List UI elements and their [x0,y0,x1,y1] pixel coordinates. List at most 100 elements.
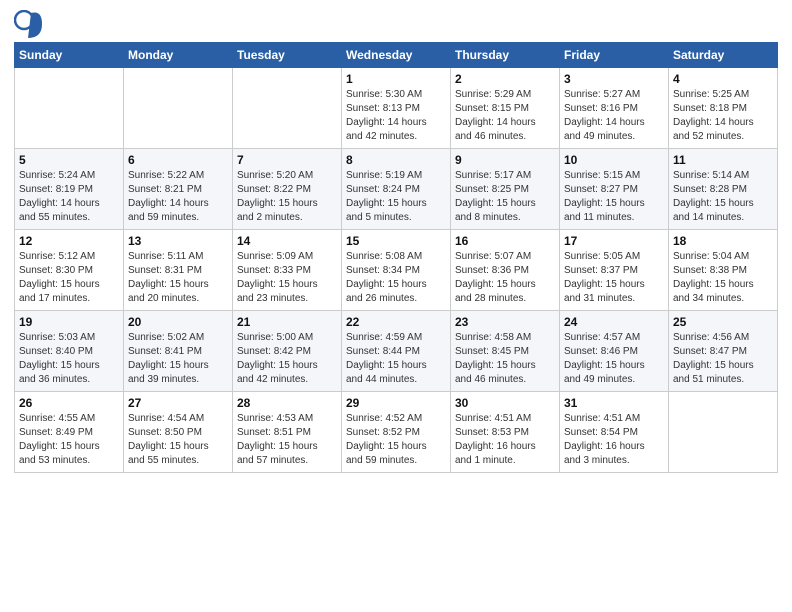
day-cell: 22Sunrise: 4:59 AMSunset: 8:44 PMDayligh… [342,311,451,392]
day-number: 9 [455,153,555,167]
header-day-wednesday: Wednesday [342,43,451,68]
header-day-sunday: Sunday [15,43,124,68]
header-day-monday: Monday [124,43,233,68]
day-info: Sunrise: 5:12 AMSunset: 8:30 PMDaylight:… [19,250,119,306]
week-row-2: 5Sunrise: 5:24 AMSunset: 8:19 PMDaylight… [15,149,778,230]
day-cell: 6 Sunrise: 5:22 AMSunset: 8:21 PMDaylight… [124,149,233,230]
day-number: 27 [128,396,228,410]
day-number: 18 [673,234,773,248]
day-number: 30 [455,396,555,410]
day-info: Sunrise: 4:55 AMSunset: 8:49 PMDaylight:… [19,412,119,468]
calendar-body: 1 Sunrise: 5:30 AMSunset: 8:13 PMDaylight… [15,68,778,473]
week-row-3: 12 Sunrise: 5:12 AMSunset: 8:30 PMDayligh… [15,230,778,311]
day-number: 13 [128,234,228,248]
day-info: Sunrise: 5:03 AMSunset: 8:40 PMDaylight:… [19,331,119,387]
day-info: Sunrise: 5:04 AMSunset: 8:38 PMDaylight:… [673,250,773,306]
day-cell [669,392,778,473]
header-day-friday: Friday [560,43,669,68]
day-info: Sunrise: 5:19 AMSunset: 8:24 PMDaylight:… [346,169,446,225]
day-info: Sunrise: 4:54 AMSunset: 8:50 PMDaylight:… [128,412,228,468]
day-cell [233,68,342,149]
day-number: 1 [346,72,446,86]
day-info: Sunrise: 5:30 AMSunset: 8:13 PMDaylight:… [346,88,446,144]
day-cell: 9Sunrise: 5:17 AMSunset: 8:25 PMDaylight… [451,149,560,230]
day-info: Sunrise: 5:02 AMSunset: 8:41 PMDaylight:… [128,331,228,387]
day-number: 26 [19,396,119,410]
day-cell: 12 Sunrise: 5:12 AMSunset: 8:30 PMDayligh… [15,230,124,311]
calendar-container: SundayMondayTuesdayWednesdayThursdayFrid… [0,0,792,487]
day-info: Sunrise: 5:27 AMSunset: 8:16 PMDaylight:… [564,88,664,144]
day-info: Sunrise: 4:52 AMSunset: 8:52 PMDaylight:… [346,412,446,468]
day-number: 4 [673,72,773,86]
logo [14,10,46,38]
day-cell: 14 Sunrise: 5:09 AMSunset: 8:33 PMDayligh… [233,230,342,311]
calendar-header: SundayMondayTuesdayWednesdayThursdayFrid… [15,43,778,68]
day-number: 8 [346,153,446,167]
header-day-thursday: Thursday [451,43,560,68]
day-number: 31 [564,396,664,410]
day-number: 10 [564,153,664,167]
day-info: Sunrise: 5:07 AMSunset: 8:36 PMDaylight:… [455,250,555,306]
day-cell: 18 Sunrise: 5:04 AMSunset: 8:38 PMDayligh… [669,230,778,311]
day-cell: 7Sunrise: 5:20 AMSunset: 8:22 PMDaylight… [233,149,342,230]
day-cell [124,68,233,149]
day-cell: 29 Sunrise: 4:52 AMSunset: 8:52 PMDayligh… [342,392,451,473]
day-info: Sunrise: 4:51 AMSunset: 8:53 PMDaylight:… [455,412,555,468]
day-cell: 30 Sunrise: 4:51 AMSunset: 8:53 PMDayligh… [451,392,560,473]
day-cell: 11 Sunrise: 5:14 AMSunset: 8:28 PMDayligh… [669,149,778,230]
day-cell: 31 Sunrise: 4:51 AMSunset: 8:54 PMDayligh… [560,392,669,473]
day-number: 3 [564,72,664,86]
day-number: 2 [455,72,555,86]
day-info: Sunrise: 4:51 AMSunset: 8:54 PMDaylight:… [564,412,664,468]
header [14,10,778,38]
day-cell: 2 Sunrise: 5:29 AMSunset: 8:15 PMDaylight… [451,68,560,149]
day-info: Sunrise: 5:08 AMSunset: 8:34 PMDaylight:… [346,250,446,306]
day-info: Sunrise: 5:15 AMSunset: 8:27 PMDaylight:… [564,169,664,225]
day-info: Sunrise: 4:56 AMSunset: 8:47 PMDaylight:… [673,331,773,387]
day-cell: 26 Sunrise: 4:55 AMSunset: 8:49 PMDayligh… [15,392,124,473]
calendar-table: SundayMondayTuesdayWednesdayThursdayFrid… [14,42,778,473]
day-info: Sunrise: 5:00 AMSunset: 8:42 PMDaylight:… [237,331,337,387]
day-number: 20 [128,315,228,329]
day-number: 15 [346,234,446,248]
day-info: Sunrise: 4:59 AMSunset: 8:44 PMDaylight:… [346,331,446,387]
day-number: 14 [237,234,337,248]
day-info: Sunrise: 4:58 AMSunset: 8:45 PMDaylight:… [455,331,555,387]
day-number: 17 [564,234,664,248]
header-day-tuesday: Tuesday [233,43,342,68]
day-number: 24 [564,315,664,329]
day-cell: 1 Sunrise: 5:30 AMSunset: 8:13 PMDaylight… [342,68,451,149]
day-number: 6 [128,153,228,167]
day-number: 11 [673,153,773,167]
day-info: Sunrise: 5:20 AMSunset: 8:22 PMDaylight:… [237,169,337,225]
week-row-4: 19 Sunrise: 5:03 AMSunset: 8:40 PMDayligh… [15,311,778,392]
day-cell [15,68,124,149]
day-info: Sunrise: 5:22 AMSunset: 8:21 PMDaylight:… [128,169,228,225]
day-info: Sunrise: 5:24 AMSunset: 8:19 PMDaylight:… [19,169,119,225]
day-cell: 8 Sunrise: 5:19 AMSunset: 8:24 PMDaylight… [342,149,451,230]
day-cell: 13 Sunrise: 5:11 AMSunset: 8:31 PMDayligh… [124,230,233,311]
day-number: 19 [19,315,119,329]
day-number: 21 [237,315,337,329]
day-cell: 10 Sunrise: 5:15 AMSunset: 8:27 PMDayligh… [560,149,669,230]
day-number: 28 [237,396,337,410]
day-info: Sunrise: 5:09 AMSunset: 8:33 PMDaylight:… [237,250,337,306]
day-number: 16 [455,234,555,248]
logo-icon [14,10,42,38]
day-cell: 4Sunrise: 5:25 AMSunset: 8:18 PMDaylight… [669,68,778,149]
day-info: Sunrise: 5:05 AMSunset: 8:37 PMDaylight:… [564,250,664,306]
day-cell: 25Sunrise: 4:56 AMSunset: 8:47 PMDayligh… [669,311,778,392]
day-info: Sunrise: 5:14 AMSunset: 8:28 PMDaylight:… [673,169,773,225]
day-info: Sunrise: 5:11 AMSunset: 8:31 PMDaylight:… [128,250,228,306]
day-cell: 23Sunrise: 4:58 AMSunset: 8:45 PMDayligh… [451,311,560,392]
day-cell: 3 Sunrise: 5:27 AMSunset: 8:16 PMDaylight… [560,68,669,149]
day-cell: 27 Sunrise: 4:54 AMSunset: 8:50 PMDayligh… [124,392,233,473]
day-info: Sunrise: 5:29 AMSunset: 8:15 PMDaylight:… [455,88,555,144]
day-cell: 19 Sunrise: 5:03 AMSunset: 8:40 PMDayligh… [15,311,124,392]
day-cell: 20 Sunrise: 5:02 AMSunset: 8:41 PMDayligh… [124,311,233,392]
day-cell: 5Sunrise: 5:24 AMSunset: 8:19 PMDaylight… [15,149,124,230]
header-day-saturday: Saturday [669,43,778,68]
day-number: 12 [19,234,119,248]
week-row-5: 26 Sunrise: 4:55 AMSunset: 8:49 PMDayligh… [15,392,778,473]
day-number: 29 [346,396,446,410]
